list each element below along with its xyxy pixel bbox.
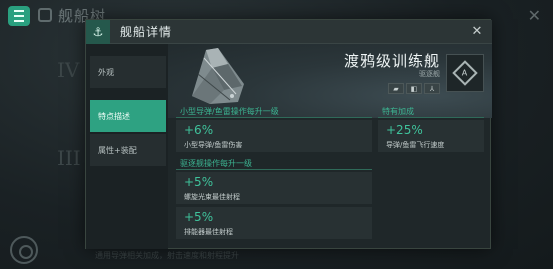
bonus-value: +5%	[184, 175, 214, 189]
tier-label: III	[57, 146, 81, 170]
section-title: 小型导弹/鱼雷操作每升一级	[180, 107, 279, 116]
bonus-value: +6%	[184, 123, 214, 137]
background-close-icon[interactable]: ✕	[528, 6, 541, 25]
bonus-card: +5% 排能器最佳射程	[176, 207, 372, 239]
bonus-desc: 导弹/鱼雷飞行速度	[386, 141, 445, 149]
ship-tag-icon: ⅄	[424, 83, 440, 94]
bonus-card: +25% 导弹/鱼雷飞行速度	[378, 120, 484, 152]
bonus-card: +5% 螺旋光束最佳射程	[176, 172, 372, 204]
ship-class: 驱逐舰	[419, 70, 440, 78]
bonus-value: +25%	[386, 123, 423, 137]
ship-details-modal: ⚓ 舰船详情 ✕ 外观 特点描述 属性+装配 渡鸦级训练舰 驱逐舰 ▰ ◧ ⅄ …	[85, 19, 492, 249]
close-icon[interactable]: ✕	[468, 23, 486, 41]
ship-name: 渡鸦级训练舰	[343, 52, 440, 70]
modal-header: ⚓ 舰船详情 ✕	[86, 19, 492, 44]
ship-image	[192, 48, 244, 104]
section-title: 特有加成	[382, 107, 414, 116]
ship-type-icon[interactable]: A	[446, 54, 484, 92]
ship-tags: ▰ ◧ ⅄	[388, 83, 440, 94]
tier-label: IV	[57, 58, 80, 82]
section-title: 驱逐舰操作每升一级	[180, 159, 252, 168]
section-divider	[176, 169, 372, 170]
ship-tag-icon: ▰	[388, 83, 404, 94]
bonus-card: +6% 小型导弹/鱼雷伤害	[176, 120, 372, 152]
bonus-desc: 排能器最佳射程	[184, 228, 233, 236]
refresh-icon[interactable]	[10, 236, 38, 264]
sidebar-item-features[interactable]: 特点描述	[90, 100, 166, 132]
ship-tag-icon: ◧	[406, 83, 422, 94]
menu-button[interactable]	[8, 6, 30, 26]
ship-tree-icon	[38, 8, 52, 22]
bonus-desc: 小型导弹/鱼雷伤害	[184, 141, 243, 149]
modal-title: 舰船详情	[120, 25, 173, 39]
bonus-desc: 螺旋光束最佳射程	[184, 193, 240, 201]
sidebar-item-attributes[interactable]: 属性+装配	[90, 134, 166, 166]
section-divider	[378, 117, 484, 118]
bonus-value: +5%	[184, 210, 214, 224]
sidebar: 外观 特点描述 属性+装配	[86, 44, 168, 249]
background-hint: 通用导弹相关加成，射击速度和射程提升	[95, 251, 239, 260]
anchor-icon: ⚓	[86, 19, 110, 44]
sidebar-item-appearance[interactable]: 外观	[90, 56, 166, 88]
section-divider	[176, 117, 372, 118]
